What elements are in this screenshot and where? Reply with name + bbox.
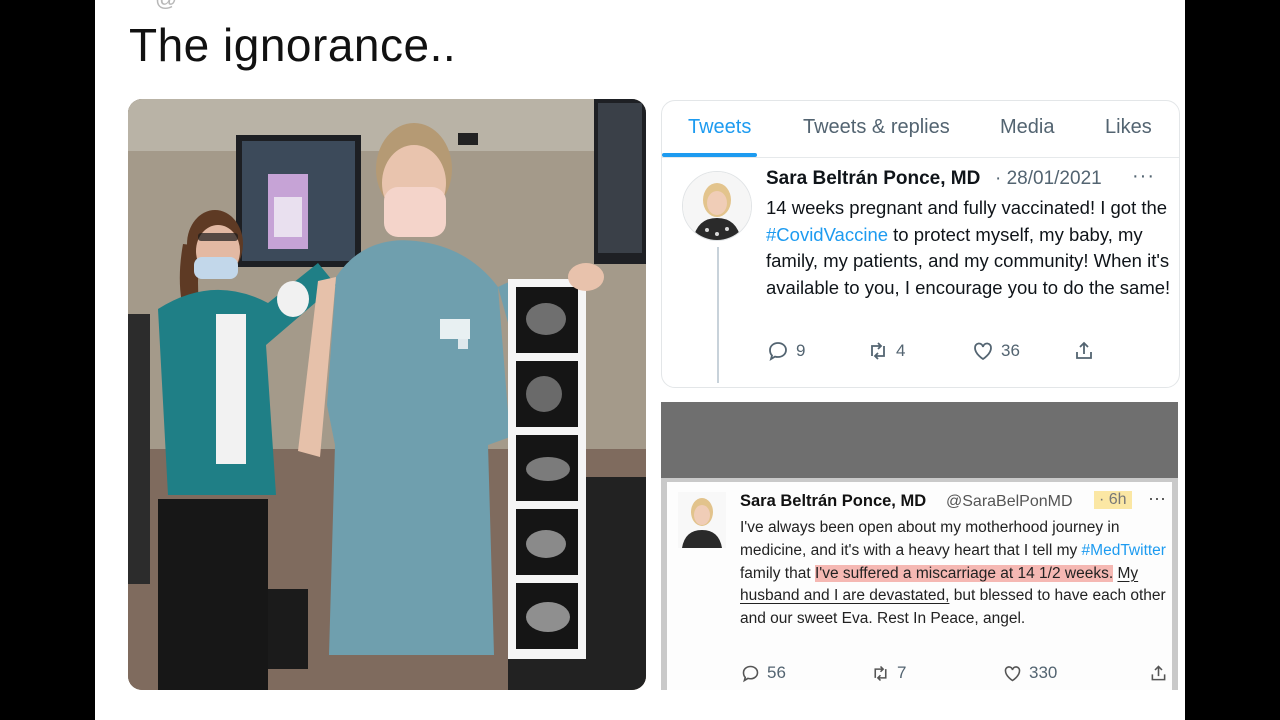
more-icon[interactable]: ··· xyxy=(1132,165,1155,188)
profile-tabs: Tweets Tweets & replies Media Likes xyxy=(662,101,1179,158)
post-caption: The ignorance.. xyxy=(129,19,457,71)
screenshot-top-bar xyxy=(661,402,1178,478)
active-tab-indicator xyxy=(662,153,757,157)
reply-button[interactable]: 56 xyxy=(740,658,786,688)
retweet-icon xyxy=(871,342,885,360)
avatar[interactable] xyxy=(682,171,752,241)
like-button[interactable]: 36 xyxy=(971,336,1020,366)
reply-button[interactable]: 9 xyxy=(766,336,805,366)
more-icon[interactable]: ··· xyxy=(1148,488,1166,509)
reply-icon xyxy=(742,665,759,682)
share-button[interactable] xyxy=(1148,658,1169,688)
like-count: 36 xyxy=(1001,341,1020,360)
avatar[interactable] xyxy=(678,492,726,548)
retweet-button[interactable]: 7 xyxy=(870,658,906,688)
tweet-text-part: family that xyxy=(740,564,815,582)
share-icon xyxy=(1076,341,1092,359)
author-handle[interactable]: @SaraBelPonMD xyxy=(946,493,1073,511)
share-button[interactable] xyxy=(1072,336,1096,366)
reply-count: 9 xyxy=(796,341,806,360)
screenshot-sheet: @ The ignorance.. xyxy=(95,0,1185,720)
tweet-actions: 56 7 330 xyxy=(740,658,1170,682)
highlighted-text: I've suffered a miscarriage at 14 1/2 we… xyxy=(814,564,1114,582)
retweet-count: 7 xyxy=(897,663,907,682)
reply-count: 56 xyxy=(767,663,786,682)
tweet-text: I've always been open about my motherhoo… xyxy=(740,517,1170,631)
thread-line xyxy=(717,247,719,383)
tweet-text: 14 weeks pregnant and fully vaccinated! … xyxy=(766,195,1171,301)
tab-media[interactable]: Media xyxy=(1000,116,1054,139)
vaccination-photo[interactable] xyxy=(128,99,646,690)
hashtag-link[interactable]: #MedTwitter xyxy=(1082,542,1166,559)
tab-tweets[interactable]: Tweets xyxy=(688,116,751,139)
tab-likes[interactable]: Likes xyxy=(1105,116,1152,139)
retweet-count: 4 xyxy=(896,341,906,360)
like-button[interactable]: 330 xyxy=(1002,658,1057,688)
like-count: 330 xyxy=(1029,663,1058,682)
author-name[interactable]: Sara Beltrán Ponce, MD xyxy=(766,168,980,190)
retweet-icon xyxy=(874,665,887,681)
hashtag-link[interactable]: #CovidVaccine xyxy=(766,224,888,245)
tweet-date[interactable]: · 28/01/2021 xyxy=(995,168,1102,190)
tab-tweets-and-replies[interactable]: Tweets & replies xyxy=(803,116,950,139)
tweet-actions: 9 4 36 xyxy=(766,336,1166,366)
like-icon xyxy=(1004,665,1021,681)
tweet-text-part: 14 weeks pregnant and fully vaccinated! … xyxy=(766,197,1168,218)
cut-off-header: @ xyxy=(155,0,855,10)
retweet-button[interactable]: 4 xyxy=(866,336,905,366)
profile-tweet-card: Tweets Tweets & replies Media Likes Sara… xyxy=(661,100,1180,388)
like-icon xyxy=(974,342,992,361)
tweet-time[interactable]: · 6h xyxy=(1094,491,1132,509)
author-name[interactable]: Sara Beltrán Ponce, MD xyxy=(740,492,926,511)
tweet-container: Sara Beltrán Ponce, MD @SaraBelPonMD · 6… xyxy=(667,482,1172,690)
followup-tweet-card: Sara Beltrán Ponce, MD @SaraBelPonMD · 6… xyxy=(661,402,1178,690)
reply-icon xyxy=(769,342,787,361)
share-icon xyxy=(1151,664,1166,680)
tweet-text-part: I've always been open about my motherhoo… xyxy=(740,519,1120,559)
